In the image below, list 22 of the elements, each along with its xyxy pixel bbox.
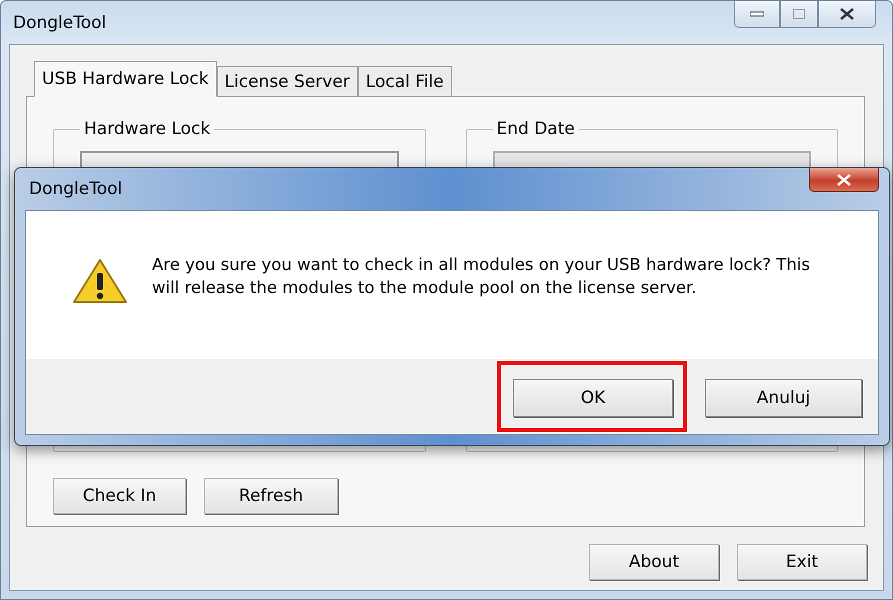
window-title: DongleTool — [13, 12, 106, 32]
group-label: End Date — [496, 119, 576, 139]
dialog-button[interactable]: OK — [513, 379, 673, 417]
footer-button[interactable]: Exit — [737, 544, 867, 580]
close-button[interactable] — [809, 168, 879, 192]
footer-button[interactable]: About — [589, 544, 719, 580]
group-label: Hardware Lock — [83, 119, 212, 139]
minimize-button[interactable] — [734, 1, 780, 28]
close-icon — [836, 174, 852, 186]
warning-icon — [72, 257, 128, 305]
tab[interactable]: USB Hardware Lock — [34, 61, 217, 97]
dialog-title: DongleTool — [29, 179, 122, 199]
maximize-icon — [793, 9, 805, 19]
tab[interactable]: License Server — [216, 66, 358, 97]
dialog-message: Are you sure you want to check in all modules on your USB hardware lock? This will release the modules to the module pool on the license server. — [152, 254, 811, 299]
action-button[interactable]: Refresh — [204, 478, 338, 514]
minimize-icon — [750, 11, 764, 17]
action-button[interactable]: Check In — [53, 478, 186, 514]
tab[interactable]: Local File — [358, 66, 452, 97]
close-icon — [839, 8, 855, 20]
close-button[interactable] — [818, 1, 876, 28]
dialog-button[interactable]: Anuluj — [705, 379, 862, 417]
